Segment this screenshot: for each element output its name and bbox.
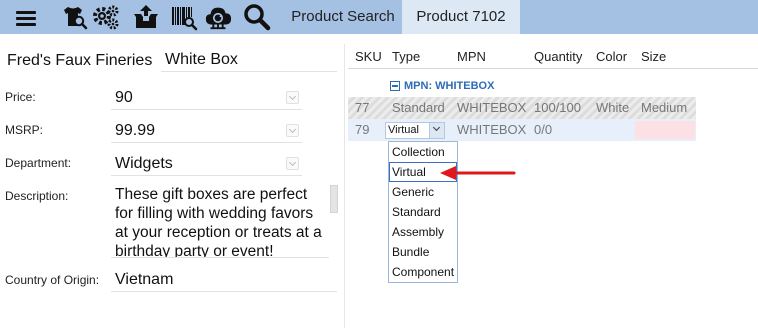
group-header[interactable]: MPN: WHITEBOX xyxy=(390,80,494,92)
dropdown-option-component[interactable]: Component xyxy=(389,262,457,282)
tab-product-7102[interactable]: Product 7102 xyxy=(402,0,520,34)
chevron-down-icon[interactable] xyxy=(286,124,299,137)
panel-divider xyxy=(344,44,345,328)
country-input[interactable]: Vietnam xyxy=(111,268,337,292)
table-row[interactable]: 77 Standard WHITEBOX 100/100 White Mediu… xyxy=(348,97,696,119)
dropdown-option-bundle[interactable]: Bundle xyxy=(389,242,457,262)
cell-mpn: WHITEBOX xyxy=(457,100,527,115)
type-select-value: Virtual xyxy=(388,124,419,136)
cell-size: Medium xyxy=(641,100,688,115)
department-label: Department: xyxy=(5,156,72,170)
box-upload-icon[interactable] xyxy=(132,3,160,31)
description-label: Description: xyxy=(5,189,69,203)
gears-icon[interactable] xyxy=(92,3,120,31)
msrp-value: 99.99 xyxy=(115,122,156,139)
cell-color: White xyxy=(596,100,630,115)
header-size[interactable]: Size xyxy=(641,49,666,64)
price-label: Price: xyxy=(5,90,36,104)
country-label: Country of Origin: xyxy=(5,273,100,287)
description-textarea[interactable]: These gift boxes are perfect for filling… xyxy=(111,185,329,258)
dropdown-option-assembly[interactable]: Assembly xyxy=(389,222,457,242)
chevron-down-icon[interactable] xyxy=(286,91,299,104)
cell-quantity: 0/0 xyxy=(534,122,553,137)
hamburger-menu-icon[interactable] xyxy=(16,10,38,26)
product-name-input[interactable]: White Box xyxy=(161,48,337,72)
barcode-search-icon[interactable] xyxy=(170,3,198,31)
description-scrollbar[interactable] xyxy=(330,185,338,213)
price-input[interactable]: 90 xyxy=(111,86,302,110)
cloud-sync-icon[interactable] xyxy=(204,3,232,31)
price-value: 90 xyxy=(115,89,133,106)
header-color[interactable]: Color xyxy=(596,49,627,64)
collapse-minus-icon[interactable] xyxy=(390,81,400,91)
header-divider xyxy=(348,68,758,69)
dropdown-option-collection[interactable]: Collection xyxy=(389,142,457,162)
header-mpn[interactable]: MPN xyxy=(457,49,486,64)
header-quantity[interactable]: Quantity xyxy=(534,49,582,64)
dropdown-option-standard[interactable]: Standard xyxy=(389,202,457,222)
store-name: Fred's Faux Fineries xyxy=(7,52,153,69)
group-label: MPN: WHITEBOX xyxy=(404,80,495,92)
cell-mpn: WHITEBOX xyxy=(457,122,527,137)
type-select[interactable]: Virtual xyxy=(385,122,445,139)
annotation-arrow-icon xyxy=(440,166,516,180)
department-select[interactable]: Widgets xyxy=(111,152,302,176)
header-type[interactable]: Type xyxy=(392,49,420,64)
header-sku[interactable]: SKU xyxy=(355,49,382,64)
department-value: Widgets xyxy=(115,155,173,172)
chevron-down-icon[interactable] xyxy=(286,157,299,170)
chevron-down-icon[interactable] xyxy=(429,123,444,138)
msrp-label: MSRP: xyxy=(5,123,44,137)
cell-type: Standard xyxy=(392,100,445,115)
cell-size-input[interactable] xyxy=(635,121,695,139)
top-toolbar: Product Search Product 7102 xyxy=(0,0,758,34)
cell-sku: 77 xyxy=(355,100,370,115)
shirt-search-icon[interactable] xyxy=(60,3,88,31)
magnifier-icon[interactable] xyxy=(243,3,271,31)
cell-sku: 79 xyxy=(355,122,370,137)
tab-product-search[interactable]: Product Search xyxy=(284,0,402,34)
cell-quantity: 100/100 xyxy=(534,100,581,115)
table-row[interactable]: 79 Virtual WHITEBOX 0/0 xyxy=(348,119,696,141)
msrp-input[interactable]: 99.99 xyxy=(111,119,302,143)
dropdown-option-generic[interactable]: Generic xyxy=(389,182,457,202)
